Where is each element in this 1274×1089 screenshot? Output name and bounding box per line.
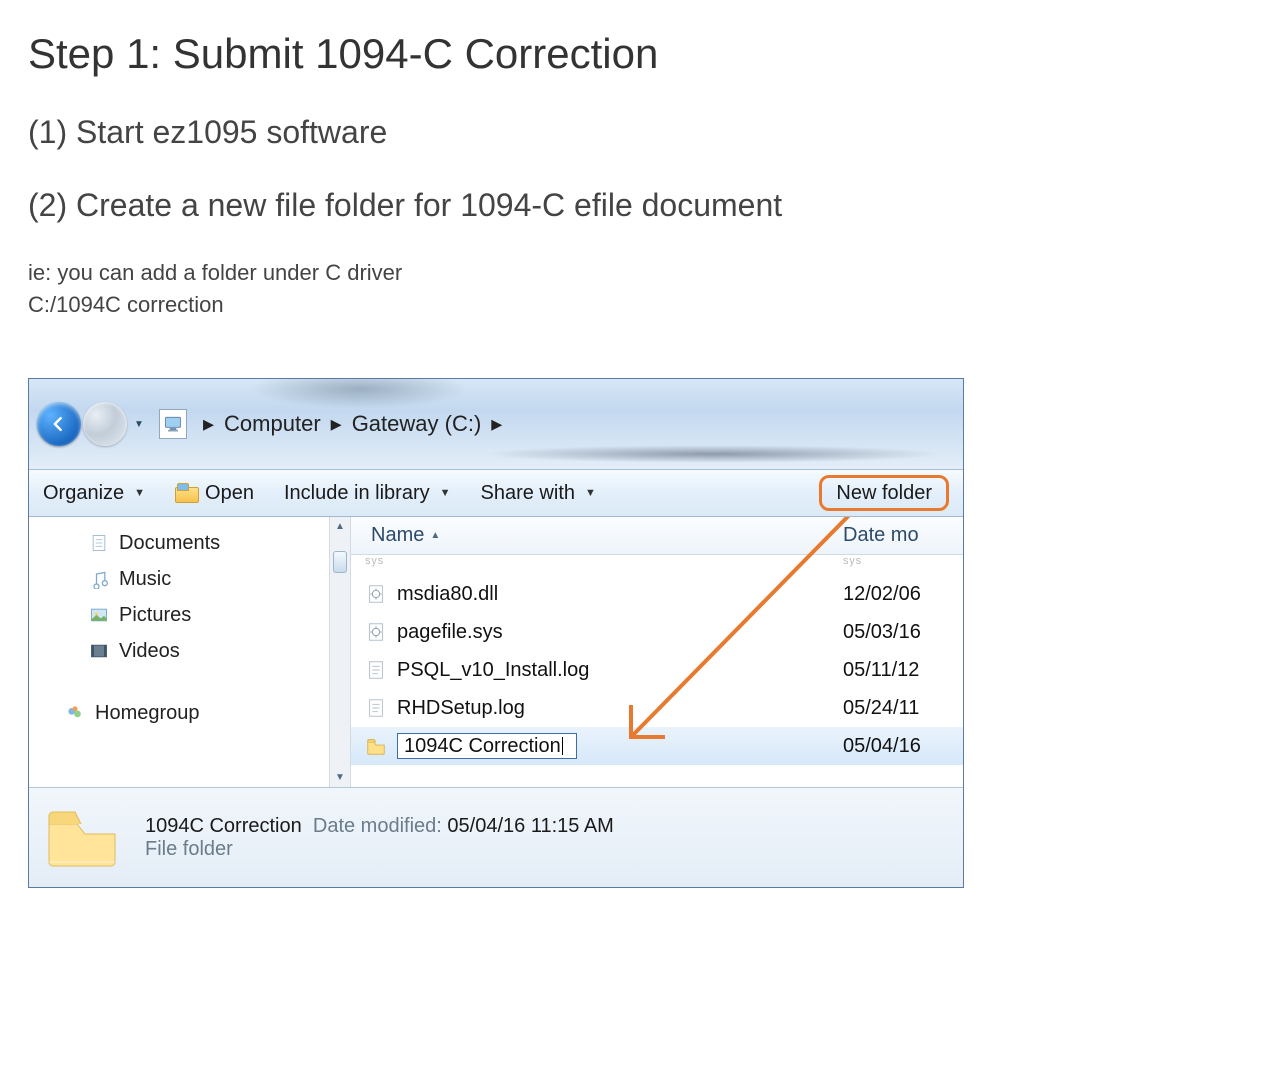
- chevron-right-icon: ▸: [491, 411, 502, 437]
- sidebar-item-homegroup[interactable]: Homegroup: [65, 695, 329, 731]
- document-icon: [89, 533, 109, 553]
- nav-forward-button[interactable]: [83, 402, 127, 446]
- substep-1: (1) Start ez1095 software: [28, 114, 1246, 151]
- folder-icon: [365, 735, 387, 757]
- breadcrumb-segment[interactable]: Gateway (C:): [352, 411, 482, 437]
- table-row-new-folder[interactable]: 1094C Correction 05/04/16: [351, 727, 963, 765]
- file-date: 05/03/16: [843, 621, 963, 644]
- sidebar-item-label: Documents: [119, 532, 220, 555]
- details-pane: 1094C Correction Date modified: 05/04/16…: [29, 787, 963, 887]
- caret-down-icon: ▼: [585, 487, 596, 499]
- table-row[interactable]: pagefile.sys 05/03/16: [351, 613, 963, 651]
- scroll-thumb[interactable]: [333, 551, 347, 573]
- log-file-icon: [365, 659, 387, 681]
- sidebar-item-label: Videos: [119, 640, 180, 663]
- videos-icon: [89, 641, 109, 661]
- explorer-body: Documents Music Pictures Videos Homegrou…: [29, 517, 963, 787]
- column-date[interactable]: Date mo: [843, 524, 963, 547]
- sidebar-item-label: Pictures: [119, 604, 191, 627]
- computer-icon[interactable]: [159, 409, 187, 439]
- log-file-icon: [365, 697, 387, 719]
- table-row[interactable]: msdia80.dll 12/02/06: [351, 575, 963, 613]
- folder-large-icon: [43, 806, 121, 870]
- rename-input[interactable]: 1094C Correction: [397, 733, 577, 759]
- explorer-titlebar: ▼ ▸ Computer ▸ Gateway (C:) ▸: [29, 379, 963, 469]
- share-with-button[interactable]: Share with▼: [481, 482, 596, 505]
- caret-down-icon: ▼: [134, 487, 145, 499]
- organize-button[interactable]: Organize▼: [43, 482, 145, 505]
- scroll-up-icon[interactable]: ▲: [335, 521, 345, 532]
- explorer-toolbar: Organize▼ Open Include in library▼ Share…: [29, 469, 963, 517]
- file-list: Name ▲ Date mo ˢʸˢ ˢʸˢ msdia80.dll 12/02…: [351, 517, 963, 787]
- open-folder-icon: [175, 483, 197, 503]
- breadcrumb[interactable]: ▸ Computer ▸ Gateway (C:) ▸: [193, 411, 512, 437]
- sidebar-item-videos[interactable]: Videos: [89, 633, 329, 669]
- file-date: 05/24/11: [843, 697, 963, 720]
- nav-history-dropdown[interactable]: ▼: [129, 419, 149, 430]
- file-name: RHDSetup.log: [397, 697, 525, 720]
- arrow-left-icon: [49, 414, 69, 434]
- table-row[interactable]: PSQL_v10_Install.log 05/11/12: [351, 651, 963, 689]
- table-row[interactable]: ˢʸˢ ˢʸˢ: [351, 555, 963, 575]
- pictures-icon: [89, 605, 109, 625]
- music-icon: [89, 569, 109, 589]
- substep-2: (2) Create a new file folder for 1094-C …: [28, 187, 1246, 224]
- system-file-icon: [365, 621, 387, 643]
- details-meta-label: Date modified:: [313, 815, 442, 837]
- example-path: C:/1094C correction: [28, 292, 1246, 318]
- heading-step: Step 1: Submit 1094-C Correction: [28, 30, 1246, 78]
- file-date: 05/04/16: [843, 735, 963, 758]
- sidebar-item-label: Homegroup: [95, 702, 200, 725]
- sidebar-item-music[interactable]: Music: [89, 561, 329, 597]
- chevron-right-icon: ▸: [331, 411, 342, 437]
- sidebar-scrollbar[interactable]: ▲ ▼: [329, 517, 351, 787]
- sidebar-item-pictures[interactable]: Pictures: [89, 597, 329, 633]
- table-row[interactable]: RHDSetup.log 05/24/11: [351, 689, 963, 727]
- example-note: ie: you can add a folder under C driver: [28, 260, 1246, 286]
- details-meta-value: 05/04/16 11:15 AM: [447, 815, 613, 837]
- column-name[interactable]: Name ▲: [351, 524, 843, 547]
- file-name: pagefile.sys: [397, 621, 503, 644]
- breadcrumb-segment[interactable]: Computer: [224, 411, 321, 437]
- homegroup-icon: [65, 703, 85, 723]
- explorer-window: ▼ ▸ Computer ▸ Gateway (C:) ▸ Organize▼ …: [28, 378, 964, 888]
- nav-back-button[interactable]: [37, 402, 81, 446]
- system-file-icon: [365, 583, 387, 605]
- include-library-button[interactable]: Include in library▼: [284, 482, 451, 505]
- new-folder-button[interactable]: New folder: [819, 475, 949, 511]
- open-button[interactable]: Open: [175, 482, 254, 505]
- file-date: 12/02/06: [843, 583, 963, 606]
- sidebar: Documents Music Pictures Videos Homegrou…: [29, 517, 329, 787]
- file-date: 05/11/12: [843, 659, 963, 682]
- scroll-down-icon[interactable]: ▼: [335, 772, 345, 783]
- column-headers[interactable]: Name ▲ Date mo: [351, 517, 963, 555]
- file-name: msdia80.dll: [397, 583, 498, 606]
- file-name: PSQL_v10_Install.log: [397, 659, 589, 682]
- text-cursor: [562, 737, 563, 755]
- chevron-right-icon: ▸: [203, 411, 214, 437]
- sort-asc-icon: ▲: [430, 530, 440, 541]
- details-selected-name: 1094C Correction: [145, 815, 302, 837]
- sidebar-item-label: Music: [119, 568, 171, 591]
- details-type: File folder: [145, 838, 614, 861]
- sidebar-item-documents[interactable]: Documents: [89, 525, 329, 561]
- caret-down-icon: ▼: [440, 487, 451, 499]
